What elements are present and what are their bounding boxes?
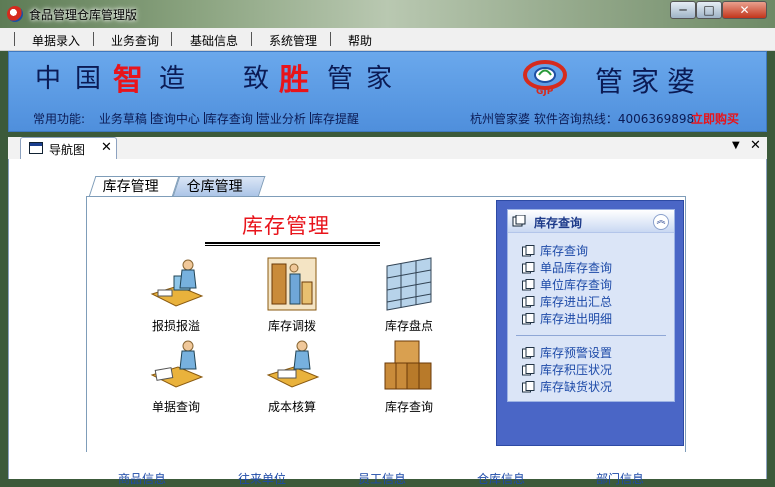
function-label: 库存盘点 xyxy=(384,319,433,333)
document-icon xyxy=(522,313,535,325)
link-stock-alert-settings[interactable]: 库存预警设置 xyxy=(522,344,612,361)
function-label: 库存查询 xyxy=(384,400,433,414)
menu-separator xyxy=(14,32,15,46)
function-stock-transfer[interactable]: 库存调拨 xyxy=(257,256,327,334)
slogan-char: 管 xyxy=(327,64,356,94)
document-icon xyxy=(522,364,535,376)
tab-close-icon[interactable]: ✕ xyxy=(101,140,112,155)
panel-border xyxy=(86,196,87,452)
link-stock-inout-detail[interactable]: 库存进出明细 xyxy=(522,310,612,327)
tab-list-dropdown-icon[interactable]: ▼ xyxy=(732,140,740,151)
maximize-button[interactable]: □ xyxy=(696,1,722,19)
function-cost-accounting[interactable]: 成本核算 xyxy=(257,337,327,415)
tab-label: 仓库管理 xyxy=(186,179,243,195)
title-underline xyxy=(205,242,380,246)
document-icon xyxy=(522,245,535,257)
window-icon xyxy=(29,142,43,154)
function-document-query[interactable]: 单据查询 xyxy=(141,337,211,415)
close-window-button[interactable]: ✕ xyxy=(722,1,767,19)
slogan-char: 智 xyxy=(113,63,145,98)
quick-link-stock-query[interactable]: 库存查询 xyxy=(205,112,253,126)
quick-functions-label: 常用功能: xyxy=(33,112,86,126)
transfer-shelves-icon xyxy=(267,257,317,311)
function-loss-overflow[interactable]: 报损报溢 xyxy=(141,256,211,334)
menu-separator xyxy=(251,32,252,46)
quick-functions-bar: 常用功能: 业务草稿 查询中心 库存查询 营业分析 库存提醒 xyxy=(33,110,359,127)
stock-query-panel: 库存查询 ︽ 库存查询 单品库存查询 单位库存查询 库存进出汇总 库存进出明细 … xyxy=(496,200,684,446)
tab-navigation-map[interactable]: 导航图 ✕ xyxy=(20,137,117,159)
slogan-char: 造 xyxy=(159,64,188,94)
clerk-with-documents-icon xyxy=(150,340,204,388)
slogan-char: 家 xyxy=(366,64,395,94)
function-stock-count[interactable]: 库存盘点 xyxy=(374,256,444,334)
menu-item-business-query[interactable]: 业务查询 xyxy=(111,32,159,49)
tab-label: 库存管理 xyxy=(102,179,159,195)
link-single-item-stock-query[interactable]: 单品库存查询 xyxy=(522,259,612,276)
header-banner: 中 国 智 造 致 胜 管 家 GJP 管家婆 常用功能: 业务草稿 查询中心 库存… xyxy=(8,51,767,132)
stock-query-list: 库存查询 ︽ 库存查询 单品库存查询 单位库存查询 库存进出汇总 库存进出明细 … xyxy=(507,209,675,402)
link-stock-shortage-status[interactable]: 库存缺货状况 xyxy=(522,378,612,395)
menu-item-system-admin[interactable]: 系统管理 xyxy=(269,32,317,49)
function-label: 成本核算 xyxy=(267,400,316,414)
document-icon xyxy=(522,262,535,274)
menu-bar: 单据录入 业务查询 基础信息 系统管理 帮助 xyxy=(0,28,775,51)
group-divider xyxy=(516,335,666,336)
tab-inventory-management[interactable]: 库存管理 xyxy=(88,176,180,197)
doc-stack-icon xyxy=(512,215,526,227)
buy-now-link[interactable]: 立即购买 xyxy=(691,110,739,127)
panel-header: 库存查询 ︽ xyxy=(508,210,674,233)
slogan-char: 国 xyxy=(75,64,104,94)
section-title: 库存管理 xyxy=(242,214,330,238)
gjp-logo-icon: GJP xyxy=(523,60,567,96)
slogan-char: 胜 xyxy=(279,63,311,98)
panel-border xyxy=(685,196,686,452)
link-stock-overstock-status[interactable]: 库存积压状况 xyxy=(522,361,612,378)
document-icon xyxy=(522,296,535,308)
brand-name: 管家婆 xyxy=(595,65,704,98)
slogan-char: 中 xyxy=(35,64,64,94)
menu-separator xyxy=(330,32,331,46)
window-title: 食品管理仓库管理版 xyxy=(29,8,138,22)
quick-link-query-center[interactable]: 查询中心 xyxy=(152,112,200,126)
minimize-button[interactable]: ─ xyxy=(670,1,696,19)
clerk-at-computer-icon xyxy=(150,259,204,307)
stacked-boxes-icon xyxy=(384,340,432,390)
panel-border xyxy=(86,196,686,197)
title-bar: 食品管理仓库管理版 ─ □ ✕ xyxy=(0,0,775,28)
tab-warehouse-management[interactable]: 仓库管理 xyxy=(172,176,266,197)
menu-item-document-entry[interactable]: 单据录入 xyxy=(32,32,80,49)
menu-separator xyxy=(93,32,94,46)
app-logo-icon xyxy=(7,6,23,22)
warehouse-racks-icon xyxy=(386,257,432,311)
link-stock-inout-summary[interactable]: 库存进出汇总 xyxy=(522,293,612,310)
quick-link-business-analysis[interactable]: 营业分析 xyxy=(258,112,306,126)
quick-link-stock-alert[interactable]: 库存提醒 xyxy=(311,112,359,126)
hotline-text: 杭州管家婆 软件咨询热线：4006369898 xyxy=(470,112,695,126)
slogan-char: 致 xyxy=(243,64,272,94)
document-icon xyxy=(522,347,535,359)
function-label: 库存调拨 xyxy=(267,319,316,333)
function-label: 报损报溢 xyxy=(151,319,200,333)
document-icon xyxy=(522,381,535,393)
accountant-at-desk-icon xyxy=(266,340,320,388)
menu-item-basic-info[interactable]: 基础信息 xyxy=(190,32,238,49)
quick-link-drafts[interactable]: 业务草稿 xyxy=(99,112,147,126)
link-unit-stock-query[interactable]: 单位库存查询 xyxy=(522,276,612,293)
collapse-chevron-icon[interactable]: ︽ xyxy=(653,214,669,230)
logo-text: GJP xyxy=(536,87,554,96)
menu-item-help[interactable]: 帮助 xyxy=(348,32,372,49)
link-stock-query[interactable]: 库存查询 xyxy=(522,242,588,259)
close-all-icon[interactable]: ✕ xyxy=(750,138,761,153)
function-label: 单据查询 xyxy=(151,400,200,414)
panel-title: 库存查询 xyxy=(534,216,583,230)
function-stock-query[interactable]: 库存查询 xyxy=(374,337,444,415)
tab-label: 导航图 xyxy=(49,143,86,157)
document-icon xyxy=(522,279,535,291)
menu-separator xyxy=(171,32,172,46)
document-tab-strip: 导航图 ✕ ▼ ✕ xyxy=(8,137,767,160)
